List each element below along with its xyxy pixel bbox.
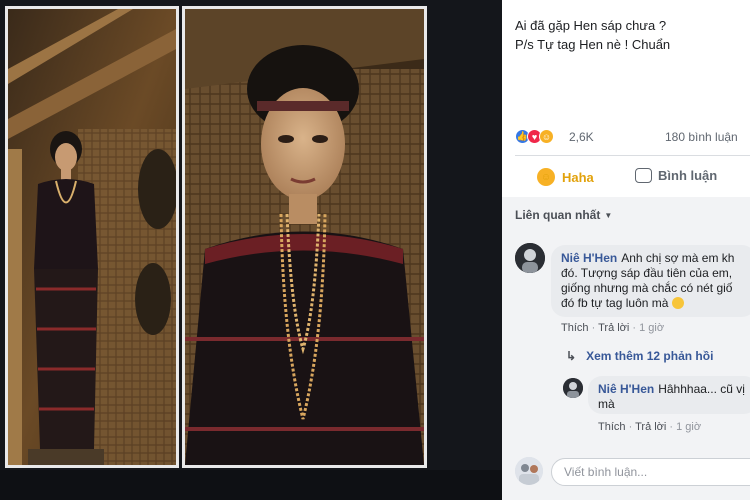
post-caption: Ai đã gặp Hen sáp chưa ? P/s Tự tag Hen … [515, 16, 670, 54]
see-more-replies-label: Xem thêm 12 phản hồi [586, 349, 714, 363]
action-bar: ☺ Haha Bình luận [515, 162, 750, 192]
reaction-icons: 👍 ♥ ☺ [515, 129, 554, 144]
reaction-count[interactable]: 2,6K [569, 130, 594, 144]
photo-full-body[interactable] [5, 6, 179, 468]
comment-bubble: Niê H'Hen Anh chị sợ mà em kh đó. Tượng s… [551, 245, 750, 317]
reply-like-link[interactable]: Thích [598, 421, 626, 433]
reply-arrow-icon: ↳ [566, 349, 577, 363]
comment-sort-label: Liên quan nhất [515, 208, 601, 222]
comment-reply-link[interactable]: Trả lời [598, 322, 629, 334]
reply-bubble: Niê H'Hen Hâhhhaa... cũ vị mà [588, 376, 750, 414]
caret-down-icon: ▼ [604, 210, 613, 220]
reply-reply-link[interactable]: Trả lời [635, 421, 666, 433]
avatar[interactable] [515, 243, 545, 273]
comment-button[interactable]: Bình luận [635, 168, 717, 183]
wax-figure-full-photo [8, 9, 176, 465]
post-caption-line-1: Ai đã gặp Hen sáp chưa ? [515, 18, 667, 33]
comment-sort-dropdown[interactable]: Liên quan nhất ▼ [515, 208, 612, 222]
divider [515, 155, 750, 156]
post-caption-line-2: P/s Tự tag Hen nè ! Chuẩn [515, 37, 671, 52]
see-more-replies-link[interactable]: ↳ Xem thêm 12 phản hồi [566, 349, 713, 363]
comment-meta: Thích · Trả lời · 1 giờ [561, 322, 665, 334]
viewer-bottom-bar [0, 470, 502, 500]
photo-close-up[interactable] [182, 6, 427, 468]
reply-author[interactable]: Niê H'Hen [598, 382, 654, 396]
photo-viewer [0, 0, 502, 500]
haha-button-label: Haha [562, 169, 594, 185]
comment-like-link[interactable]: Thích [561, 322, 589, 334]
wax-figure-close-up-photo [185, 9, 424, 465]
reactions-summary[interactable]: 👍 ♥ ☺ 2,6K 180 bình luận [515, 129, 750, 147]
comment-icon [635, 168, 652, 183]
avatar[interactable] [563, 378, 583, 398]
comment-author[interactable]: Niê H'Hen [561, 251, 617, 265]
comment-input[interactable]: Viết bình luận... [551, 458, 750, 486]
comment-composer: Viết bình luận... [515, 457, 750, 487]
comment-count[interactable]: 180 bình luận [665, 130, 738, 144]
haha-icon: ☺ [539, 129, 554, 144]
haha-button[interactable]: ☺ Haha [537, 168, 594, 186]
reply-meta: Thích · Trả lời · 1 giờ [598, 421, 702, 433]
avatar[interactable] [515, 457, 543, 485]
haha-emoji-icon: ☺ [537, 168, 555, 186]
laughing-emoji-icon [671, 297, 684, 309]
reply-time[interactable]: 1 giờ [676, 421, 701, 433]
comment-time[interactable]: 1 giờ [639, 322, 664, 334]
comment-button-label: Bình luận [658, 168, 718, 183]
